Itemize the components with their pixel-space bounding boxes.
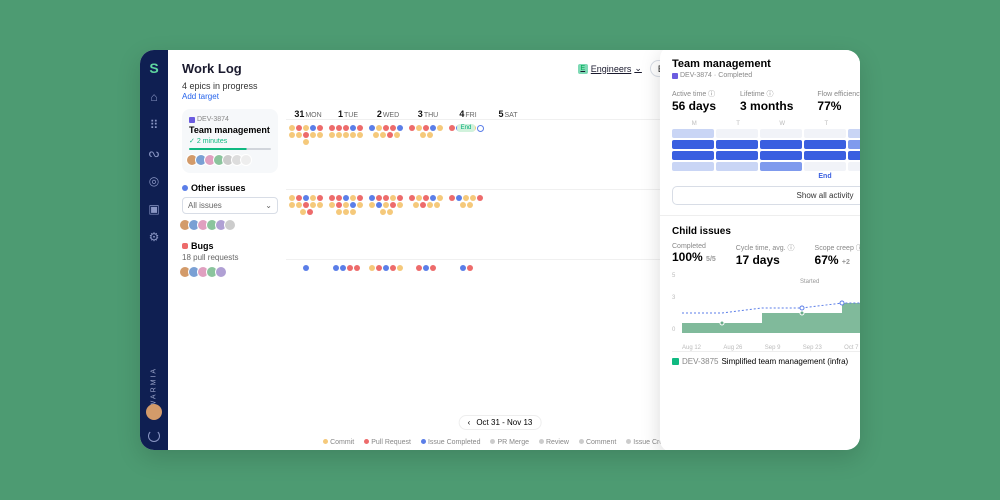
bugs-label: Bugs <box>182 241 278 251</box>
epic-card[interactable]: DEV-3874 Team management ✓ 2 minutes <box>182 109 278 173</box>
epic-title: Team management <box>189 125 271 135</box>
day-cell[interactable] <box>326 264 366 325</box>
left-column: DEV-3874 Team management ✓ 2 minutes <box>168 109 286 450</box>
page-title: Work Log <box>182 61 242 76</box>
day-cell[interactable] <box>366 124 406 185</box>
day-cell[interactable] <box>286 264 326 325</box>
day-header: 5SAT <box>488 109 528 119</box>
other-issues-label: Other issues <box>182 183 278 193</box>
child-issue-row[interactable]: DEV-3875 Simplified team management (inf… <box>672 351 860 371</box>
other-issues-section: Other issues All issues⌄ <box>182 183 278 231</box>
stat-active-time: Active time ⓘ56 days <box>672 89 716 113</box>
end-label: End <box>672 173 860 180</box>
nav-branch-icon[interactable]: ᔓ <box>147 146 161 160</box>
chevron-down-icon: ⌄ <box>634 63 642 74</box>
team-icon: E <box>578 64 588 74</box>
day-cell[interactable] <box>446 264 486 325</box>
detail-panel: × Team management DEV-3874 · Completed A… <box>660 50 860 450</box>
day-cell[interactable] <box>366 194 406 255</box>
legend-item: Issue Completed <box>421 439 481 446</box>
team-name: Engineers <box>591 64 632 74</box>
show-all-button[interactable]: Show all activity <box>672 186 860 205</box>
sidebar: S ⌂ ⠿ ᔓ ◎ ▣ ⚙ SWARMIA <box>140 50 168 450</box>
nav-home-icon[interactable]: ⌂ <box>147 90 161 104</box>
day-cell[interactable] <box>486 194 526 255</box>
legend-item: Comment <box>579 439 616 446</box>
pr-count: 18 pull requests <box>182 253 278 262</box>
day-cell[interactable] <box>486 264 526 325</box>
epic-icon <box>672 73 678 79</box>
bugs-section: Bugs 18 pull requests <box>182 241 278 278</box>
nav-grid-icon[interactable]: ⠿ <box>147 118 161 132</box>
nav-target-icon[interactable]: ◎ <box>147 174 161 188</box>
story-icon <box>672 358 679 365</box>
heatmap-header: MTWTFSS <box>672 121 860 127</box>
app-window: S ⌂ ⠿ ᔓ ◎ ▣ ⚙ SWARMIA Work Log E Enginee… <box>140 50 860 450</box>
legend-item: Pull Request <box>364 439 411 446</box>
team-selector[interactable]: E Engineers ⌄ <box>578 63 642 74</box>
dot-icon <box>182 185 188 191</box>
day-cell[interactable] <box>406 124 446 185</box>
progress-bar <box>189 148 271 150</box>
epic-avatars <box>189 154 271 166</box>
day-cell[interactable] <box>406 194 446 255</box>
nav-folder-icon[interactable]: ▣ <box>147 202 161 216</box>
bug-icon <box>182 243 188 249</box>
nav-settings-icon[interactable]: ⚙ <box>147 230 161 244</box>
panel-title: Team management <box>672 58 860 70</box>
day-cell[interactable] <box>326 124 366 185</box>
avatar <box>224 219 236 231</box>
date-range-label: Oct 31 - Nov 13 <box>476 418 532 427</box>
stat-lifetime: Lifetime ⓘ3 months <box>740 89 793 113</box>
avatar <box>240 154 252 166</box>
epic-meta: ✓ 2 minutes <box>189 137 271 145</box>
legend-item: Commit <box>323 439 354 446</box>
epic-icon <box>189 117 195 123</box>
day-cell[interactable] <box>286 194 326 255</box>
user-avatar[interactable] <box>146 404 162 420</box>
day-cell[interactable] <box>446 194 486 255</box>
day-cell[interactable]: End <box>446 124 486 185</box>
chevron-left-icon[interactable]: ‹ <box>468 418 471 427</box>
child-issues-header: Child issues <box>672 226 860 237</box>
day-cell[interactable] <box>326 194 366 255</box>
burnup-svg <box>682 283 860 333</box>
divider <box>660 215 860 216</box>
issue-filter-select[interactable]: All issues⌄ <box>182 197 278 214</box>
bugs-avatars <box>182 266 278 278</box>
panel-subtitle: DEV-3874 · Completed <box>672 72 860 79</box>
started-annotation: Started <box>800 279 819 285</box>
burnup-chart: 530 Started <box>672 273 860 343</box>
end-badge: End <box>457 124 476 132</box>
day-header: 1TUE <box>328 109 368 119</box>
chevron-down-icon: ⌄ <box>265 201 272 210</box>
legend-item: Review <box>539 439 569 446</box>
epic-key: DEV-3874 <box>189 116 271 123</box>
logo-icon: S <box>149 60 158 76</box>
activity-heatmap: MTWTFSS End <box>672 121 860 180</box>
day-header: 4FRI <box>448 109 488 119</box>
panel-stats: Active time ⓘ56 days Lifetime ⓘ3 months … <box>672 89 860 113</box>
day-cell[interactable] <box>406 264 446 325</box>
other-avatars <box>182 219 278 231</box>
child-stats: Completed100% 5/5 Cycle time, avg. ⓘ17 d… <box>672 243 860 267</box>
avatar <box>215 266 227 278</box>
date-range-selector[interactable]: ‹ Oct 31 - Nov 13 <box>459 415 542 430</box>
stat-cycle: Cycle time, avg. ⓘ17 days <box>736 243 795 267</box>
highlight-icon <box>477 125 484 132</box>
day-cell[interactable] <box>486 124 526 185</box>
day-header: 31MON <box>288 109 328 119</box>
stat-scope: Scope creep ⓘ67% +2 <box>815 243 860 267</box>
stat-flow: Flow efficiency ⓘ77% <box>817 89 860 113</box>
day-header: 3THU <box>408 109 448 119</box>
day-cell[interactable] <box>366 264 406 325</box>
stat-completed: Completed100% 5/5 <box>672 243 716 267</box>
day-header: 2WED <box>368 109 408 119</box>
day-cell[interactable] <box>286 124 326 185</box>
legend-item: PR Merge <box>490 439 529 446</box>
epic-count: 4 epics in progress <box>182 81 258 91</box>
